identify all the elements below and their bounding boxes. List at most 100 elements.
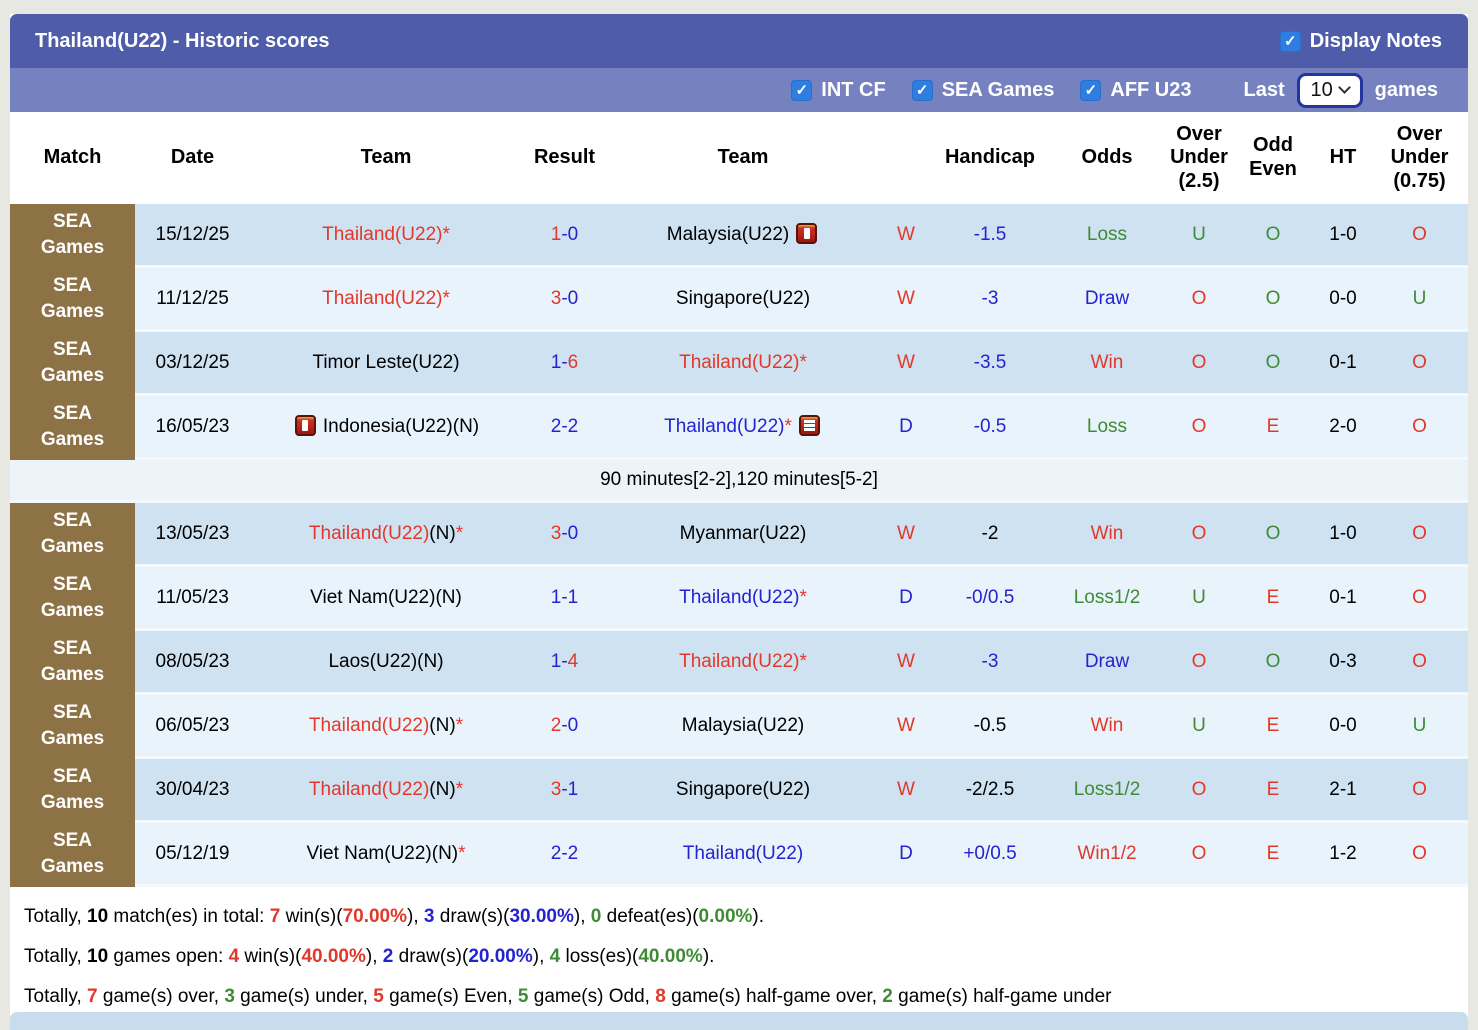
away-team-cell: Malaysia(U22)	[607, 695, 879, 759]
result-cell: 2-0	[522, 695, 607, 759]
result-cell: 2-2	[522, 396, 607, 460]
ht-cell: 1-2	[1315, 823, 1371, 887]
match-date-cell: 16/05/23	[135, 396, 250, 460]
filter-bar: ✓ INT CF ✓ SEA Games ✓ AFF U23 Last 10 g…	[10, 68, 1468, 112]
ht-cell: 0-0	[1315, 695, 1371, 759]
wdl-cell: W	[879, 503, 933, 567]
odds-cell: Win	[1047, 503, 1167, 567]
wdl-cell: D	[879, 823, 933, 887]
handicap-cell: -2/2.5	[933, 759, 1047, 823]
ht-cell: 0-0	[1315, 268, 1371, 332]
ht-cell: 0-1	[1315, 332, 1371, 396]
over-under-075-cell: U	[1371, 268, 1468, 332]
alert-note-icon[interactable]	[796, 223, 818, 244]
result-cell: 1-0	[522, 204, 607, 268]
over-under-075-cell: O	[1371, 396, 1468, 460]
away-team-cell: Thailand(U22)*	[607, 631, 879, 695]
away-team-cell: Thailand(U22)*	[607, 332, 879, 396]
memo-note-icon[interactable]	[798, 415, 820, 436]
last-label: Last	[1243, 78, 1285, 101]
table-row: SEA Games 03/12/25 Timor Leste(U22) 1-6 Thai…	[10, 332, 1468, 396]
odd-even-cell: O	[1231, 332, 1315, 396]
summary-section: Totally, 10 match(es) in total: 7 win(s)…	[10, 887, 1468, 1029]
odds-cell: Win	[1047, 332, 1167, 396]
handicap-cell: -1.5	[933, 204, 1047, 268]
table-body: SEA Games 15/12/25 Thailand(U22)* 1-0 Malays…	[10, 204, 1468, 887]
away-team-cell: Singapore(U22)	[607, 268, 879, 332]
summary-open-line: Totally, 10 games open: 4 win(s)(40.00%)…	[24, 946, 715, 967]
games-count-select[interactable]: 10	[1296, 72, 1363, 108]
table-row: SEA Games 11/05/23 Viet Nam(U22)(N) 1-1 Thai…	[10, 567, 1468, 631]
table-header-row: Match Date Team Result Team Handicap Odd…	[10, 112, 1468, 204]
summary-over-under-line: Totally, 7 game(s) over, 3 game(s) under…	[24, 986, 1112, 1007]
historic-scores-table: Match Date Team Result Team Handicap Odd…	[10, 112, 1468, 887]
table-row: SEA Games 30/04/23 Thailand(U22)(N)* 3-1 Sin…	[10, 759, 1468, 823]
table-row: SEA Games 16/05/23 Indonesia(U22)(N) 2-2 Tha…	[10, 396, 1468, 460]
display-notes-label: Display Notes	[1309, 29, 1442, 52]
match-league-cell: SEA Games	[10, 567, 135, 631]
handicap-cell: -2	[933, 503, 1047, 567]
match-date-cell: 03/12/25	[135, 332, 250, 396]
display-notes-toggle[interactable]: ✓ Display Notes	[1279, 29, 1442, 53]
match-date-cell: 30/04/23	[135, 759, 250, 823]
over-under-25-cell: O	[1167, 332, 1231, 396]
over-under-25-cell: O	[1167, 268, 1231, 332]
odd-even-cell: O	[1231, 503, 1315, 567]
away-team-cell: Malaysia(U22)	[607, 204, 879, 268]
home-team-cell: Indonesia(U22)(N)	[250, 396, 522, 460]
col-header-match: Match	[10, 112, 135, 204]
home-team-cell: Thailand(U22)(N)*	[250, 759, 522, 823]
filter-sea-games[interactable]: ✓ SEA Games	[911, 79, 1054, 102]
col-header-team-away: Team	[607, 112, 879, 204]
home-team-cell: Laos(U22)(N)	[250, 631, 522, 695]
match-league-cell: SEA Games	[10, 759, 135, 823]
over-under-25-cell: O	[1167, 759, 1231, 823]
result-cell: 3-0	[522, 503, 607, 567]
filter-aff-u23[interactable]: ✓ AFF U23	[1080, 78, 1192, 102]
odd-even-cell: E	[1231, 823, 1315, 887]
over-under-075-cell: O	[1371, 503, 1468, 567]
display-notes-checkbox-icon[interactable]: ✓	[1279, 30, 1301, 52]
handicap-cell: -0/0.5	[933, 567, 1047, 631]
table-row: SEA Games 15/12/25 Thailand(U22)* 1-0 Malays…	[10, 204, 1468, 268]
filter-int-cf[interactable]: ✓ INT CF	[791, 79, 886, 102]
over-under-075-cell: O	[1371, 332, 1468, 396]
ht-cell: 2-1	[1315, 759, 1371, 823]
match-date-cell: 11/05/23	[135, 567, 250, 631]
home-team-cell: Thailand(U22)(N)*	[250, 503, 522, 567]
away-team-cell: Thailand(U22)*	[607, 567, 879, 631]
int-cf-checkbox-icon[interactable]: ✓	[791, 79, 813, 101]
historic-scores-panel: Thailand(U22) - Historic scores ✓ Displa…	[10, 14, 1468, 1029]
wdl-cell: W	[879, 695, 933, 759]
result-cell: 2-2	[522, 823, 607, 887]
wdl-cell: D	[879, 567, 933, 631]
col-header-ht: HT	[1315, 112, 1371, 204]
home-team-cell: Thailand(U22)*	[250, 268, 522, 332]
match-date-cell: 05/12/19	[135, 823, 250, 887]
odd-even-cell: E	[1231, 695, 1315, 759]
odd-even-cell: E	[1231, 396, 1315, 460]
match-league-cell: SEA Games	[10, 204, 135, 268]
title-bar: Thailand(U22) - Historic scores ✓ Displa…	[10, 14, 1468, 68]
over-under-075-cell: O	[1371, 759, 1468, 823]
ht-cell: 0-1	[1315, 567, 1371, 631]
aff-u23-checkbox-icon[interactable]: ✓	[1080, 79, 1102, 101]
odds-cell: Win1/2	[1047, 823, 1167, 887]
alert-note-icon[interactable]	[294, 415, 316, 436]
aff-u23-label: AFF U23	[1110, 78, 1192, 101]
ht-cell: 0-3	[1315, 631, 1371, 695]
match-league-cell: SEA Games	[10, 268, 135, 332]
sea-games-checkbox-icon[interactable]: ✓	[911, 79, 933, 101]
match-league-cell: SEA Games	[10, 695, 135, 759]
handicap-cell: -3	[933, 268, 1047, 332]
result-cell: 1-1	[522, 567, 607, 631]
handicap-cell: -3	[933, 631, 1047, 695]
note-row: 90 minutes[2-2],120 minutes[5-2]	[10, 460, 1468, 503]
summary-total-line: Totally, 10 match(es) in total: 7 win(s)…	[24, 906, 765, 927]
table-row: SEA Games 06/05/23 Thailand(U22)(N)* 2-0 Mal…	[10, 695, 1468, 759]
home-team-cell: Viet Nam(U22)(N)*	[250, 823, 522, 887]
match-league-cell: SEA Games	[10, 396, 135, 460]
result-cell: 3-0	[522, 268, 607, 332]
odd-even-cell: E	[1231, 567, 1315, 631]
over-under-25-cell: U	[1167, 695, 1231, 759]
